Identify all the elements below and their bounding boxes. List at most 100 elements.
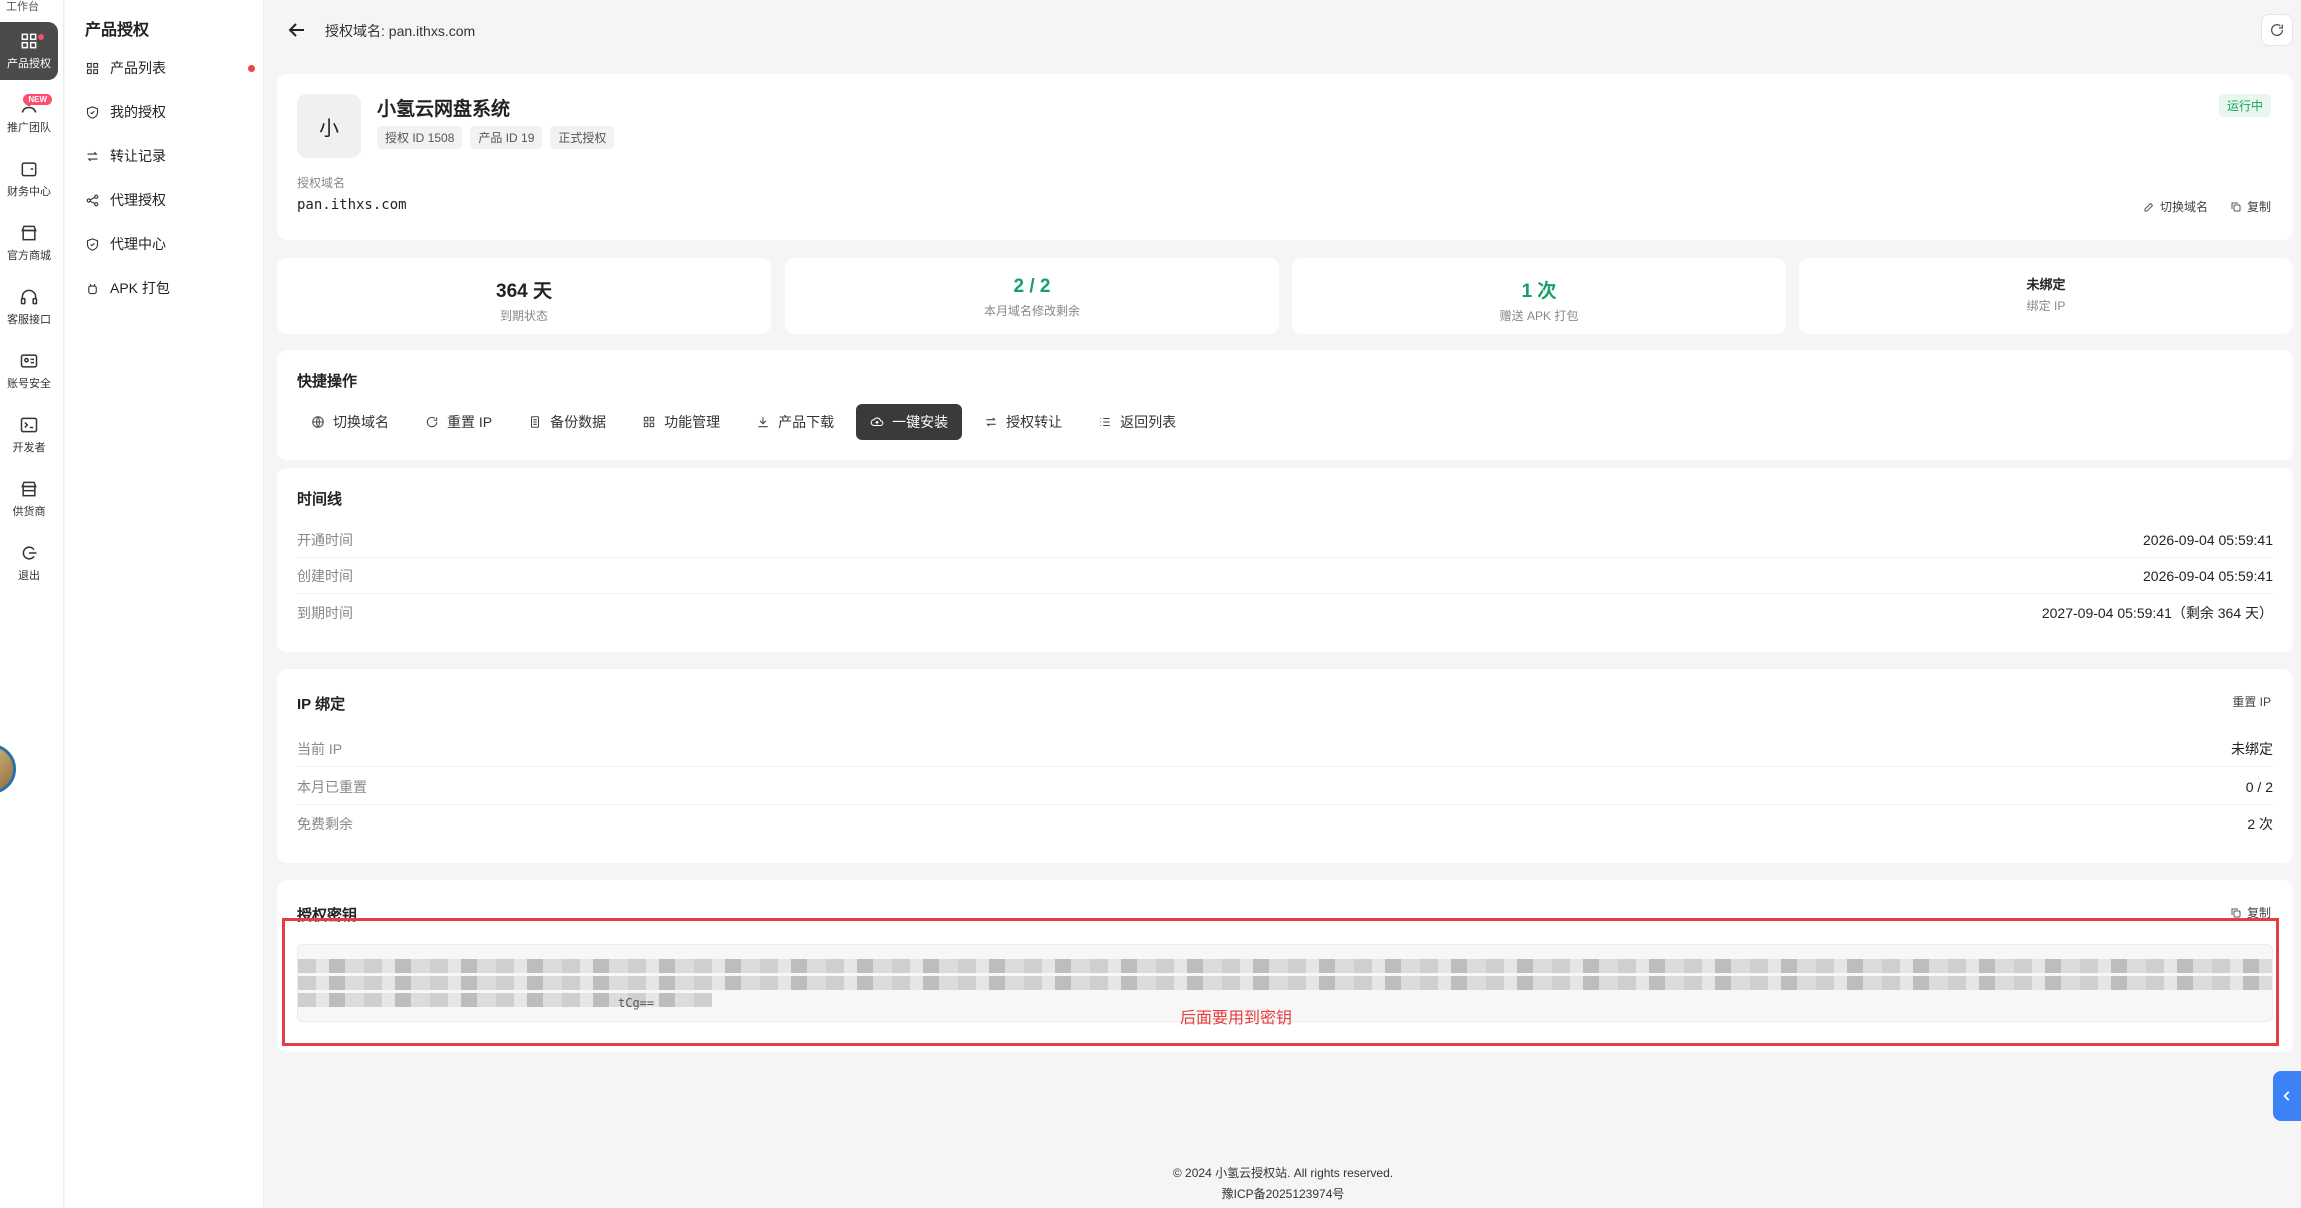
footer-copyright: © 2024 小氢云授权站. All rights reserved. bbox=[1172, 1166, 1394, 1180]
switch-domain-button[interactable]: 切换域名 bbox=[2143, 198, 2208, 215]
product-download-action[interactable]: 产品下载 bbox=[742, 404, 848, 440]
ip-row: 当前 IP 未绑定 bbox=[297, 731, 2273, 767]
sidebar-item-product-list[interactable]: 产品列表 bbox=[85, 52, 255, 84]
reset-ip-action[interactable]: 重置 IP bbox=[411, 404, 506, 440]
notification-dot bbox=[38, 34, 44, 40]
quick-actions-card: 快捷操作 切换域名 重置 IP 备份数据 功能管理 产品下载 一键安装 授权转让 bbox=[277, 350, 2293, 460]
transfer-auth-action[interactable]: 授权转让 bbox=[970, 404, 1076, 440]
sidebar-item-agent-center[interactable]: 代理中心 bbox=[85, 228, 255, 260]
row-value: 2027-09-04 05:59:41（剩余 364 天） bbox=[2041, 605, 2273, 621]
sidebar-item-my-auth[interactable]: 我的授权 bbox=[85, 96, 255, 128]
section-title: IP 绑定 bbox=[297, 696, 346, 713]
row-value: 2026-09-04 05:59:41 bbox=[2143, 531, 2273, 548]
row-value: 0 / 2 bbox=[2245, 778, 2273, 795]
download-icon bbox=[758, 417, 768, 428]
product-name: 小氢云网盘系统 bbox=[377, 99, 511, 120]
icon-rail: 工作台 产品授权 NEW 推广团队 财务中心 官方商城 客服接口 账号安全 开发… bbox=[0, 0, 64, 1208]
feature-management-action[interactable]: 功能管理 bbox=[628, 404, 734, 440]
transfer-icon bbox=[986, 417, 996, 427]
reset-ip-link[interactable]: 重置 IP bbox=[2232, 693, 2271, 710]
quick-actions-row: 切换域名 重置 IP 备份数据 功能管理 产品下载 一键安装 授权转让 返回列表 bbox=[297, 404, 1190, 440]
stat-label: 绑定 IP bbox=[2026, 299, 2066, 313]
ip-row: 免费剩余 2 次 bbox=[297, 806, 2273, 842]
action-label: 重置 IP bbox=[447, 414, 493, 430]
side-panel-toggle[interactable] bbox=[2273, 1071, 2301, 1121]
notification-dot bbox=[248, 65, 255, 72]
rail-item-label: 开发者 bbox=[12, 442, 46, 454]
sidebar-item-label: 代理中心 bbox=[110, 236, 166, 252]
one-click-install-action[interactable]: 一键安装 bbox=[856, 404, 963, 440]
footer-icp[interactable]: 豫ICP备2025123974号 bbox=[265, 1185, 2301, 1202]
row-key: 创建时间 bbox=[297, 567, 353, 584]
product-id-tag: 产品 ID 19 bbox=[470, 126, 543, 149]
copy-domain-button[interactable]: 复制 bbox=[2230, 198, 2271, 215]
cloud-upload-icon bbox=[870, 417, 884, 427]
grid-icon bbox=[86, 62, 99, 74]
license-type-tag: 正式授权 bbox=[550, 126, 615, 149]
sidebar-item-agent-auth[interactable]: 代理授权 bbox=[85, 184, 255, 216]
rail-item-label: 推广团队 bbox=[7, 122, 51, 134]
rail-item-developer[interactable]: 开发者 bbox=[0, 406, 58, 464]
share-icon bbox=[86, 194, 99, 206]
timeline-row: 创建时间 2026-09-04 05:59:41 bbox=[297, 558, 2273, 594]
top-bar: 授权域名: pan.ithxs.com bbox=[265, 0, 2301, 60]
id-card-icon bbox=[20, 354, 38, 368]
back-arrow-icon[interactable] bbox=[285, 18, 309, 42]
wallet-icon bbox=[21, 162, 37, 177]
sidebar-item-label: 我的授权 bbox=[110, 104, 166, 120]
rail-workbench-label[interactable]: 工作台 bbox=[6, 0, 39, 14]
rail-item-label: 账号安全 bbox=[7, 378, 51, 390]
switch-domain-action[interactable]: 切换域名 bbox=[297, 404, 403, 440]
page-title: 授权域名: pan.ithxs.com bbox=[325, 23, 476, 39]
ip-row: 本月已重置 0 / 2 bbox=[297, 769, 2273, 805]
timeline-card: 时间线 开通时间 2026-09-04 05:59:41 创建时间 2026-0… bbox=[277, 468, 2293, 652]
transfer-icon bbox=[87, 151, 98, 161]
backup-data-action[interactable]: 备份数据 bbox=[514, 404, 620, 440]
row-key: 本月已重置 bbox=[297, 778, 367, 795]
sidebar-item-label: 产品列表 bbox=[110, 60, 166, 76]
shield-icon bbox=[86, 105, 99, 119]
domain-label: 授权域名 bbox=[297, 176, 346, 190]
stat-label: 本月域名修改剩余 bbox=[983, 304, 1080, 318]
rail-item-store[interactable]: 官方商城 bbox=[0, 214, 58, 272]
refresh-button[interactable] bbox=[2261, 14, 2293, 46]
action-label: 切换域名 bbox=[333, 414, 389, 430]
copy-domain-label: 复制 bbox=[2246, 200, 2271, 214]
list-icon bbox=[1100, 417, 1110, 427]
timeline-row: 到期时间 2027-09-04 05:59:41（剩余 364 天） bbox=[297, 595, 2273, 631]
refresh-icon bbox=[2271, 24, 2284, 36]
sidebar-item-apk-build[interactable]: APK 打包 bbox=[85, 272, 255, 304]
sidebar-item-label: 代理授权 bbox=[110, 192, 166, 208]
terminal-icon bbox=[20, 417, 38, 433]
copy-icon bbox=[2231, 908, 2241, 917]
android-icon bbox=[88, 283, 97, 294]
stat-value: 2 / 2 bbox=[1013, 276, 1051, 297]
rail-item-support[interactable]: 客服接口 bbox=[0, 278, 58, 336]
domain-value: pan.ithxs.com bbox=[297, 197, 407, 213]
status-badge: 运行中 bbox=[2218, 94, 2271, 117]
rail-item-label: 供货商 bbox=[12, 506, 46, 518]
switch-domain-label: 切换域名 bbox=[2159, 200, 2208, 214]
action-label: 授权转让 bbox=[1006, 414, 1063, 430]
rail-item-label: 财务中心 bbox=[7, 186, 51, 198]
rail-item-account-security[interactable]: 账号安全 bbox=[0, 342, 58, 400]
stat-label: 到期状态 bbox=[499, 309, 548, 323]
stat-card-ip: 未绑定 绑定 IP bbox=[1799, 258, 2293, 334]
rail-item-team[interactable]: NEW 推广团队 bbox=[0, 86, 58, 144]
sidebar-item-label: 转让记录 bbox=[110, 148, 166, 164]
row-key: 到期时间 bbox=[297, 605, 353, 621]
rail-item-logout[interactable]: 退出 bbox=[0, 534, 58, 592]
back-to-list-action[interactable]: 返回列表 bbox=[1084, 404, 1190, 440]
row-value: 未绑定 bbox=[2231, 740, 2273, 757]
section-title: 快捷操作 bbox=[297, 373, 358, 390]
rail-item-product-auth[interactable]: 产品授权 bbox=[0, 22, 58, 80]
rail-item-supplier[interactable]: 供货商 bbox=[0, 470, 58, 528]
sidebar-item-transfer-records[interactable]: 转让记录 bbox=[85, 140, 255, 172]
ip-binding-card: IP 绑定 重置 IP 当前 IP 未绑定 本月已重置 0 / 2 免费剩余 2… bbox=[277, 669, 2293, 863]
headset-icon bbox=[20, 289, 38, 305]
rail-item-finance[interactable]: 财务中心 bbox=[0, 150, 58, 208]
action-label: 备份数据 bbox=[550, 414, 607, 430]
action-label: 返回列表 bbox=[1120, 414, 1177, 430]
product-tags: 授权 ID 1508 产品 ID 19 正式授权 bbox=[377, 126, 615, 149]
row-key: 免费剩余 bbox=[297, 816, 353, 832]
